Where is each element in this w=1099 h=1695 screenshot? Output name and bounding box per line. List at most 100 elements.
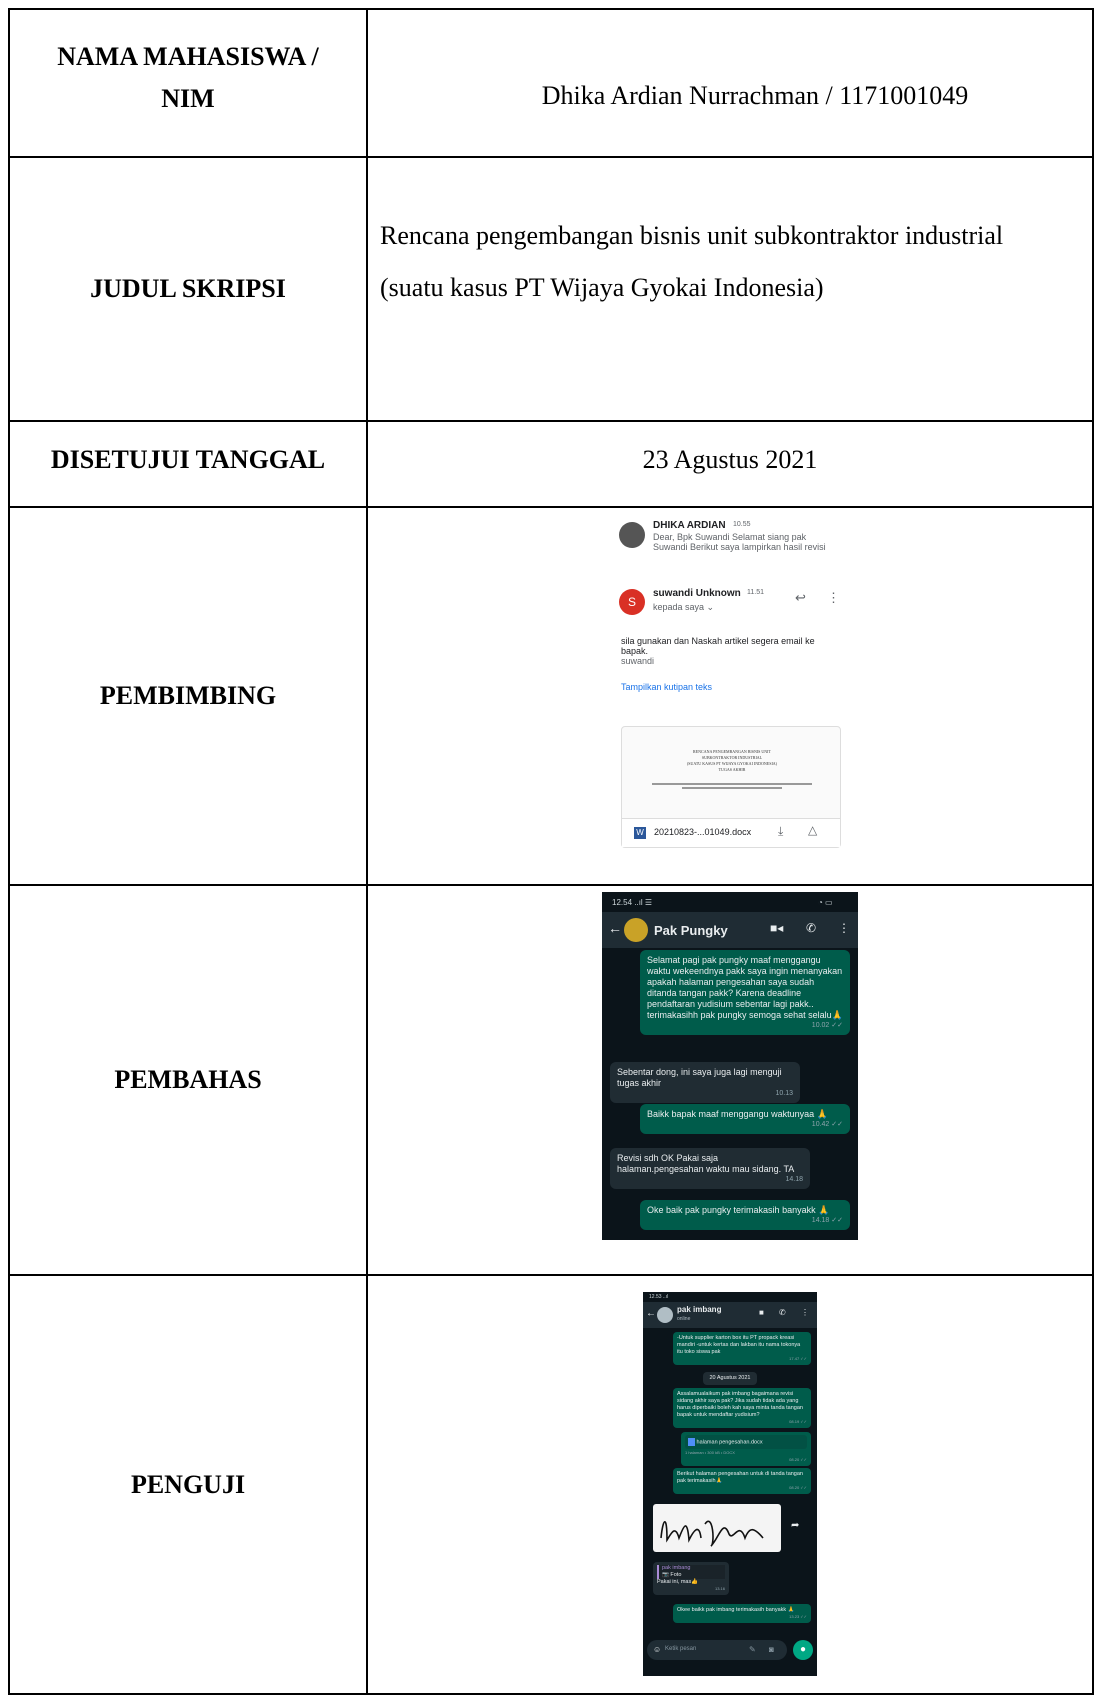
message-time: 14.18 ✓✓ xyxy=(811,1217,843,1224)
message-text: Pakai ini, mas👍 xyxy=(657,1579,699,1585)
judul-line1: Rencana pengembangan bisnis unit subkont… xyxy=(380,221,1004,250)
quoted-reply: pak imbang 📷 Foto xyxy=(657,1565,725,1579)
quoted-kind: 📷 Foto xyxy=(662,1572,682,1578)
chat-header: ← Pak Pungky ■◂ ✆ ⋮ xyxy=(602,912,858,948)
message-time: 08.20 ✓✓ xyxy=(789,1457,807,1463)
phone-icon[interactable]: ✆ xyxy=(806,921,816,935)
message-in-1: Sebentar dong, ini saya juga lagi menguj… xyxy=(610,1062,800,1103)
input-placeholder: Ketik pesan xyxy=(665,1646,697,1652)
chat2-screenshot: 12.53 ..ıl ← pak imbang online ■ ✆ ⋮ -Un… xyxy=(643,1292,817,1676)
attachment-preview[interactable]: RENCANA PENGEMBANGAN BISNIS UNIT SUBKONT… xyxy=(621,726,841,848)
doc-icon xyxy=(688,1438,695,1446)
attachment-bar: W 20210823-...01049.docx ⤓ △ xyxy=(622,818,840,847)
row-pembahas: PEMBAHAS 12.54 ..ıl ☰ ◔ ▭ ← Pak Pungky ■… xyxy=(8,884,1094,1276)
message-in-1: pak imbang 📷 Foto Pakai ini, mas👍 13.16 xyxy=(653,1562,729,1595)
video-call-icon[interactable]: ■ xyxy=(759,1308,764,1317)
video-call-icon[interactable]: ■◂ xyxy=(770,921,783,935)
message-text: Okee baikk pak imbang terimakasih banyak… xyxy=(677,1607,795,1613)
file-card: halaman pengesahan.docx xyxy=(685,1435,807,1450)
chat1-screenshot: 12.54 ..ıl ☰ ◔ ▭ ← Pak Pungky ■◂ ✆ ⋮ Sel… xyxy=(602,892,858,1240)
message-time: 10.13 xyxy=(775,1090,793,1097)
status-bar: 12.54 ..ıl ☰ xyxy=(612,898,653,907)
reply-icon[interactable]: ↩ xyxy=(795,590,806,606)
message-in-2: Revisi sdh OK Pakai saja halaman.pengesa… xyxy=(610,1148,810,1189)
label-pembimbing: PEMBIMBING xyxy=(8,506,368,886)
show-quoted-text-link[interactable]: Tampilkan kutipan teks xyxy=(621,682,712,692)
drive-icon[interactable]: △ xyxy=(808,823,817,837)
message-time: 08.19 ✓✓ xyxy=(789,1419,807,1424)
contact-avatar[interactable] xyxy=(624,918,648,942)
value-nama: Dhika Ardian Nurrachman / 1171001049 xyxy=(366,8,1094,158)
status-bar: 12.53 ..ıl xyxy=(649,1294,669,1300)
contact-name[interactable]: pak imbang xyxy=(677,1305,721,1314)
sender-avatar xyxy=(619,522,645,548)
back-arrow-icon[interactable]: ← xyxy=(608,920,622,936)
attachment-name: 20210823-...01049.docx xyxy=(654,827,752,837)
message-out-1: -Untuk supplier karton box itu PT propac… xyxy=(673,1332,811,1365)
label-tanggal: DISETUJUI TANGGAL xyxy=(8,420,368,508)
message-input[interactable]: ☺ Ketik pesan ✎ ◙ xyxy=(647,1640,787,1660)
message-out-3: Berikut halaman pengesahan untuk di tand… xyxy=(673,1468,811,1494)
contact-name[interactable]: Pak Pungky xyxy=(654,923,728,938)
doc-title-4: TUGAS AKHIR xyxy=(718,767,746,772)
recipient-dropdown[interactable]: kepada saya ⌄ xyxy=(653,602,714,613)
email-screenshot: DHIKA ARDIAN 10.55 Dear, Bpk Suwandi Sel… xyxy=(609,514,851,849)
cell-chat2-screenshot: 12.53 ..ıl ← pak imbang online ■ ✆ ⋮ -Un… xyxy=(366,1274,1094,1695)
message-out-4: Okee baikk pak imbang terimakasih banyak… xyxy=(673,1604,811,1623)
message-text: Sebentar dong, ini saya juga lagi menguj… xyxy=(617,1067,782,1088)
row-pembimbing: PEMBIMBING DHIKA ARDIAN 10.55 Dear, Bpk … xyxy=(8,506,1094,886)
message-text: Assalamualaikum pak imbang bagaimana rev… xyxy=(677,1391,803,1418)
attachment-page: RENCANA PENGEMBANGAN BISNIS UNIT SUBKONT… xyxy=(652,749,812,789)
file-name: halaman pengesahan.docx xyxy=(696,1439,763,1446)
more-icon[interactable]: ⋮ xyxy=(801,1308,809,1317)
email-body-line1: sila gunakan dan Naskah artikel segera e… xyxy=(621,636,815,646)
more-icon[interactable]: ⋮ xyxy=(838,921,850,935)
label-pembahas: PEMBAHAS xyxy=(8,884,368,1276)
signature-image[interactable] xyxy=(653,1504,781,1552)
emoji-icon[interactable]: ☺ xyxy=(653,1645,661,1654)
phone-icon[interactable]: ✆ xyxy=(779,1308,786,1317)
cell-email-screenshot: DHIKA ARDIAN 10.55 Dear, Bpk Suwandi Sel… xyxy=(366,506,1094,886)
label-nama-line2: NIM xyxy=(161,84,215,113)
message-time: 13.23 ✓✓ xyxy=(789,1614,807,1619)
back-arrow-icon[interactable]: ← xyxy=(646,1308,656,1319)
label-nama-line1: NAMA MAHASISWA / xyxy=(57,42,319,71)
message-time: 10.42 ✓✓ xyxy=(811,1121,843,1128)
message-text: Revisi sdh OK Pakai saja halaman.pengesa… xyxy=(617,1153,795,1174)
value-tanggal: 23 Agustus 2021 xyxy=(366,420,1094,508)
sender2-time: 11.51 xyxy=(747,589,764,596)
contact-status: online xyxy=(677,1316,691,1322)
email-body-line2: bapak. xyxy=(621,646,649,656)
file-message[interactable]: halaman pengesahan.docx 1 halaman • 300 … xyxy=(681,1432,811,1467)
sender1-name: DHIKA ARDIAN xyxy=(653,520,726,531)
battery-icon: ◔ ▭ xyxy=(818,898,833,907)
judul-line2: (suatu kasus PT Wijaya Gyokai Indonesia) xyxy=(380,273,824,302)
message-text: Selamat pagi pak pungky maaf menggangu w… xyxy=(647,955,843,1020)
mic-icon[interactable]: ● xyxy=(793,1640,813,1660)
row-penguji: PENGUJI 12.53 ..ıl ← pak imbang online ■… xyxy=(8,1274,1094,1695)
more-icon[interactable]: ⋮ xyxy=(827,590,840,606)
forward-icon[interactable]: ➦ xyxy=(791,1520,799,1531)
sender2-name: suwandi Unknown xyxy=(653,588,741,599)
email-signature: suwandi xyxy=(621,656,655,666)
label-nama: NAMA MAHASISWA / NIM xyxy=(8,8,368,158)
camera-icon[interactable]: ◙ xyxy=(769,1645,774,1654)
message-time: 17.47 ✓✓ xyxy=(789,1356,807,1361)
download-icon[interactable]: ⤓ xyxy=(778,824,783,839)
message-time: 08.20 ✓✓ xyxy=(789,1485,807,1490)
label-judul: JUDUL SKRIPSI xyxy=(8,156,368,422)
message-time: 13.16 xyxy=(714,1586,725,1591)
message-time: 14.18 xyxy=(785,1176,803,1183)
message-out-2: Baikk bapak maaf menggangu waktunyaa 🙏 1… xyxy=(640,1104,850,1134)
chat-header: ← pak imbang online ■ ✆ ⋮ xyxy=(643,1302,817,1328)
status-time: 12.53 xyxy=(649,1294,662,1300)
contact-avatar[interactable] xyxy=(657,1307,673,1323)
message-out-2: Assalamualaikum pak imbang bagaimana rev… xyxy=(673,1388,811,1428)
nama-value: Dhika Ardian Nurrachman / 1171001049 xyxy=(541,81,969,110)
label-penguji: PENGUJI xyxy=(8,1274,368,1695)
sender1-time: 10.55 xyxy=(733,521,751,528)
attach-icon[interactable]: ✎ xyxy=(749,1645,756,1654)
cell-chat1-screenshot: 12.54 ..ıl ☰ ◔ ▭ ← Pak Pungky ■◂ ✆ ⋮ Sel… xyxy=(366,884,1094,1276)
row-nama: NAMA MAHASISWA / NIM Dhika Ardian Nurrac… xyxy=(8,8,1094,158)
message-text: -Untuk supplier karton box itu PT propac… xyxy=(677,1335,801,1355)
